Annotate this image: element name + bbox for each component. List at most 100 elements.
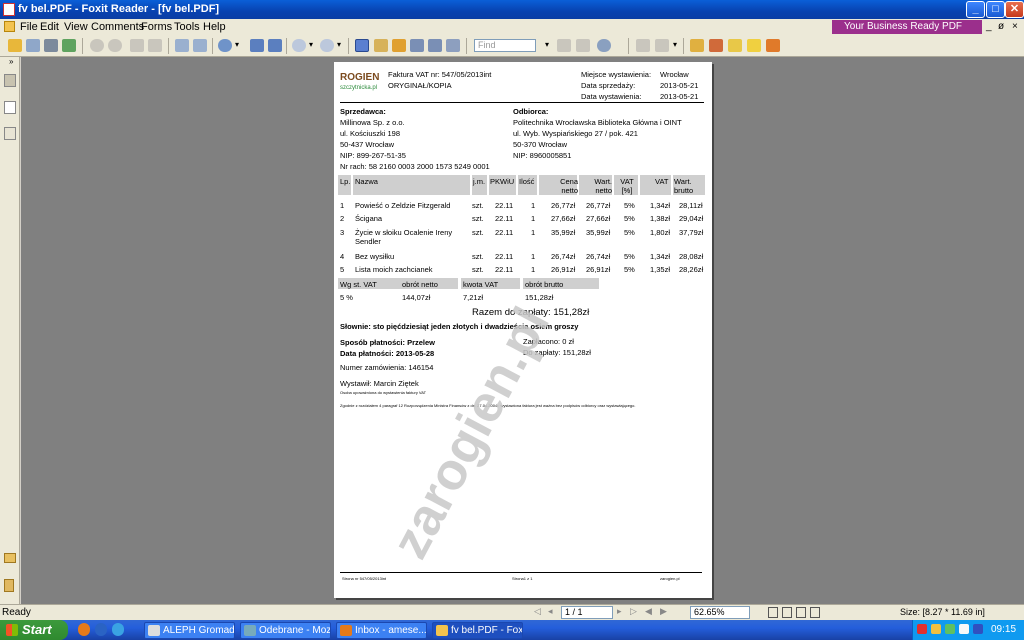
taskbar-item-foxit[interactable]: fv bel.PDF - Foxi... <box>432 622 523 639</box>
tray-icon[interactable] <box>917 624 927 634</box>
first-page-icon[interactable]: ◁ <box>534 606 541 617</box>
last-page-icon[interactable] <box>108 39 122 52</box>
print-icon[interactable] <box>44 39 58 52</box>
text-box-icon[interactable] <box>428 39 442 52</box>
find-input[interactable]: Find <box>474 39 536 52</box>
prev-page-icon[interactable]: ◂ <box>548 606 553 617</box>
attachment-icon[interactable] <box>4 579 14 592</box>
ie-icon[interactable] <box>112 623 124 636</box>
tray-icon[interactable] <box>945 624 955 634</box>
rotate-ccw-icon[interactable] <box>193 39 207 52</box>
zoom-select[interactable]: 62.65% <box>690 606 750 619</box>
taskbar-item-mozilla[interactable]: Odebrane - Mozi... <box>240 622 331 639</box>
last-page-icon[interactable]: ▷ <box>630 606 637 617</box>
pencil-icon[interactable] <box>709 39 723 52</box>
select-text-icon[interactable] <box>374 39 388 52</box>
menu-view[interactable]: View <box>64 21 88 33</box>
back-icon[interactable] <box>130 39 144 52</box>
column-header-vat-rate: VAT [%] <box>620 177 634 195</box>
cell-vat-rate: 5% <box>624 265 635 274</box>
chevron-down-icon[interactable]: ▾ <box>545 40 549 49</box>
mdi-minimize-button[interactable]: _ <box>986 21 992 32</box>
buyer-line: 50-370 Wrocław <box>513 140 568 149</box>
back-icon[interactable]: ◀ <box>645 606 652 617</box>
chevron-down-icon[interactable]: ▾ <box>673 40 677 49</box>
first-page-icon[interactable] <box>90 39 104 52</box>
hand-tool-icon[interactable] <box>355 39 369 52</box>
snapshot-icon[interactable] <box>446 39 460 52</box>
forward-icon[interactable] <box>148 39 162 52</box>
chevron-down-icon[interactable]: ▾ <box>235 40 239 49</box>
menu-edit[interactable]: Edit <box>40 21 59 33</box>
layers-icon[interactable] <box>4 127 16 140</box>
cell-lp: 3 <box>340 228 345 237</box>
text-tool-icon[interactable] <box>410 39 424 52</box>
close-button[interactable]: ✕ <box>1005 1 1024 18</box>
zoom-out-icon[interactable] <box>292 39 306 52</box>
chevron-down-icon[interactable]: ▾ <box>337 40 341 49</box>
summary-value: 144,07zł <box>402 293 431 302</box>
footer-left: Strona nr 547/05/2013int <box>342 576 387 581</box>
menu-tools[interactable]: Tools <box>174 21 200 33</box>
fit-page-icon[interactable] <box>250 39 264 52</box>
facing-icon[interactable] <box>796 607 806 618</box>
cell-qty: 1 <box>531 265 536 274</box>
menu-file[interactable]: File <box>20 21 38 33</box>
forward-icon[interactable]: ▶ <box>660 606 667 617</box>
highlight-icon[interactable] <box>690 39 704 52</box>
continuous-icon[interactable] <box>782 607 792 618</box>
fit-width-icon[interactable] <box>268 39 282 52</box>
menu-help[interactable]: Help <box>203 21 226 33</box>
task-label: fv bel.PDF - Foxi... <box>451 625 523 636</box>
expand-panel-icon[interactable]: » <box>9 57 13 66</box>
app-icon <box>436 625 448 636</box>
thunderbird-icon[interactable] <box>95 623 107 636</box>
mdi-restore-button[interactable]: ø <box>998 21 1004 32</box>
cell-pkwiu: 22.11 <box>495 265 514 274</box>
summary-value: 7,21zł <box>463 293 484 302</box>
tray-icon[interactable] <box>973 624 983 634</box>
tray-icon[interactable] <box>959 624 969 634</box>
minimize-button[interactable]: _ <box>966 1 985 18</box>
maximize-button[interactable]: □ <box>986 1 1005 18</box>
taskbar-item-aleph[interactable]: ALEPH Gromadz... <box>144 622 235 639</box>
save-icon[interactable] <box>26 39 40 52</box>
tray-icon[interactable] <box>931 624 941 634</box>
chevron-down-icon[interactable]: ▾ <box>309 40 313 49</box>
continuous-facing-icon[interactable] <box>810 607 820 618</box>
menu-comments[interactable]: Comments <box>91 21 144 33</box>
start-label: Start <box>22 622 52 637</box>
cell-lp: 1 <box>340 201 345 210</box>
footer-divider <box>340 572 702 573</box>
mdi-close-button[interactable]: × <box>1012 21 1018 32</box>
app-icon <box>340 625 352 636</box>
find-next-icon[interactable] <box>576 39 590 52</box>
taskbar-item-inbox[interactable]: Inbox - amese... <box>336 622 427 639</box>
title-bar: fv bel.PDF - Foxit Reader - [fv bel.PDF]… <box>0 0 1024 19</box>
open-icon[interactable] <box>8 39 22 52</box>
single-page-icon[interactable] <box>768 607 778 618</box>
pages-icon[interactable] <box>4 101 16 114</box>
zoom-icon[interactable] <box>218 39 232 52</box>
arrow-tool-icon[interactable] <box>766 39 780 52</box>
search-icon[interactable] <box>597 39 611 52</box>
toolbar-separator <box>168 38 169 54</box>
zoom-in-icon[interactable] <box>320 39 334 52</box>
comments-panel-icon[interactable] <box>4 553 16 563</box>
firefox-icon[interactable] <box>78 623 90 636</box>
cell-name: Bez wysiłku <box>355 252 395 261</box>
start-button[interactable]: Start <box>0 620 68 640</box>
ad-banner[interactable]: Your Business Ready PDF solution <box>832 20 982 46</box>
bookmarks-icon[interactable] <box>4 74 16 87</box>
cursor-icon[interactable] <box>392 39 406 52</box>
email-icon[interactable] <box>62 39 76 52</box>
continuous-icon[interactable] <box>655 39 669 52</box>
find-prev-icon[interactable] <box>557 39 571 52</box>
menu-forms[interactable]: Forms <box>141 21 172 33</box>
rotate-icon[interactable] <box>175 39 189 52</box>
page-number-input[interactable]: 1 / 1 <box>561 606 613 619</box>
typewriter-icon[interactable] <box>728 39 742 52</box>
single-page-icon[interactable] <box>636 39 650 52</box>
note-icon[interactable] <box>747 39 761 52</box>
next-page-icon[interactable]: ▸ <box>617 606 622 617</box>
